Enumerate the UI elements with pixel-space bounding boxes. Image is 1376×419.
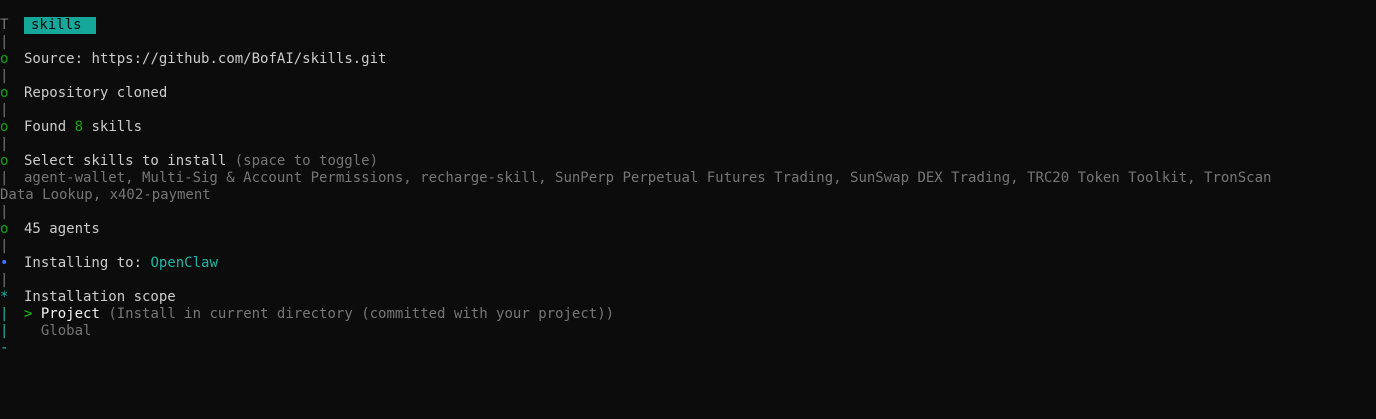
gutter-bar: | xyxy=(0,238,9,254)
scope-option-global[interactable]: | Global xyxy=(0,323,1376,340)
gutter-bar: | xyxy=(0,272,9,288)
gutter-bar: | xyxy=(0,323,9,339)
gutter-row: | xyxy=(0,68,1376,85)
title-row: T skills xyxy=(0,17,1376,34)
scope-prompt: Installation scope xyxy=(24,289,176,305)
installing-row: • Installing to: OpenClaw xyxy=(0,255,1376,272)
gutter-bar: | xyxy=(0,34,9,50)
found-count: 8 xyxy=(74,119,84,135)
step-done-icon: o xyxy=(0,153,9,169)
gutter-row: | xyxy=(0,272,1376,289)
found-row: o Found 8 skills xyxy=(0,119,1376,136)
gutter-bar: | xyxy=(0,306,9,322)
gutter-start: T xyxy=(0,17,9,33)
agents-row: o 45 agents xyxy=(0,221,1376,238)
gutter-row: | xyxy=(0,136,1376,153)
select-prompt: Select skills to install xyxy=(24,153,227,169)
step-done-icon: o xyxy=(0,85,9,101)
gutter-bar: | xyxy=(0,102,9,118)
agents-count: 45 agents xyxy=(24,221,100,237)
found-suffix: skills xyxy=(91,119,143,135)
source-url: https://github.com/BofAI/skills.git xyxy=(91,51,387,67)
scope-row: * Installation scope xyxy=(0,289,1376,306)
scope-option-project[interactable]: | > Project (Install in current director… xyxy=(0,306,1376,323)
gutter-bar: | xyxy=(0,68,9,84)
gutter-bar: | xyxy=(0,136,9,152)
gutter-end-row: - xyxy=(0,340,1376,357)
step-done-icon: o xyxy=(0,221,9,237)
gutter-row: | xyxy=(0,238,1376,255)
installing-label: Installing to: xyxy=(24,255,143,271)
repo-status-row: o Repository cloned xyxy=(0,85,1376,102)
selected-skills-list: agent-wallet, Multi-Sig & Account Permis… xyxy=(24,170,1272,186)
selected-skills-row: | agent-wallet, Multi-Sig & Account Perm… xyxy=(0,170,1376,187)
installing-target: OpenClaw xyxy=(150,255,218,271)
title-badge: skills xyxy=(24,17,96,34)
selected-skills-row-wrap: Data Lookup, x402-payment xyxy=(0,187,1376,204)
gutter-row: | xyxy=(0,34,1376,51)
gutter-row: | xyxy=(0,102,1376,119)
step-done-icon: o xyxy=(0,51,9,67)
gutter-bar: | xyxy=(0,170,9,186)
found-prefix: Found xyxy=(24,119,67,135)
gutter-row: | xyxy=(0,204,1376,221)
selected-skills-list-continued: Data Lookup, x402-payment xyxy=(0,187,211,203)
step-question-icon: * xyxy=(0,289,9,305)
step-info-icon: • xyxy=(0,255,9,271)
gutter-end: - xyxy=(0,340,9,356)
option-label: Global xyxy=(40,323,92,339)
selection-arrow-icon: > xyxy=(24,306,33,322)
terminal-output: T skills | o Source: https://github.com/… xyxy=(0,17,1376,357)
select-hint: (space to toggle) xyxy=(234,153,379,169)
step-done-icon: o xyxy=(0,119,9,135)
gutter-bar: | xyxy=(0,204,9,220)
repo-status: Repository cloned xyxy=(24,85,168,101)
source-row: o Source: https://github.com/BofAI/skill… xyxy=(0,51,1376,68)
source-label: Source: xyxy=(24,51,84,67)
select-row: o Select skills to install (space to tog… xyxy=(0,153,1376,170)
option-label: Project xyxy=(40,306,100,322)
option-hint: (Install in current directory (committed… xyxy=(108,306,615,322)
